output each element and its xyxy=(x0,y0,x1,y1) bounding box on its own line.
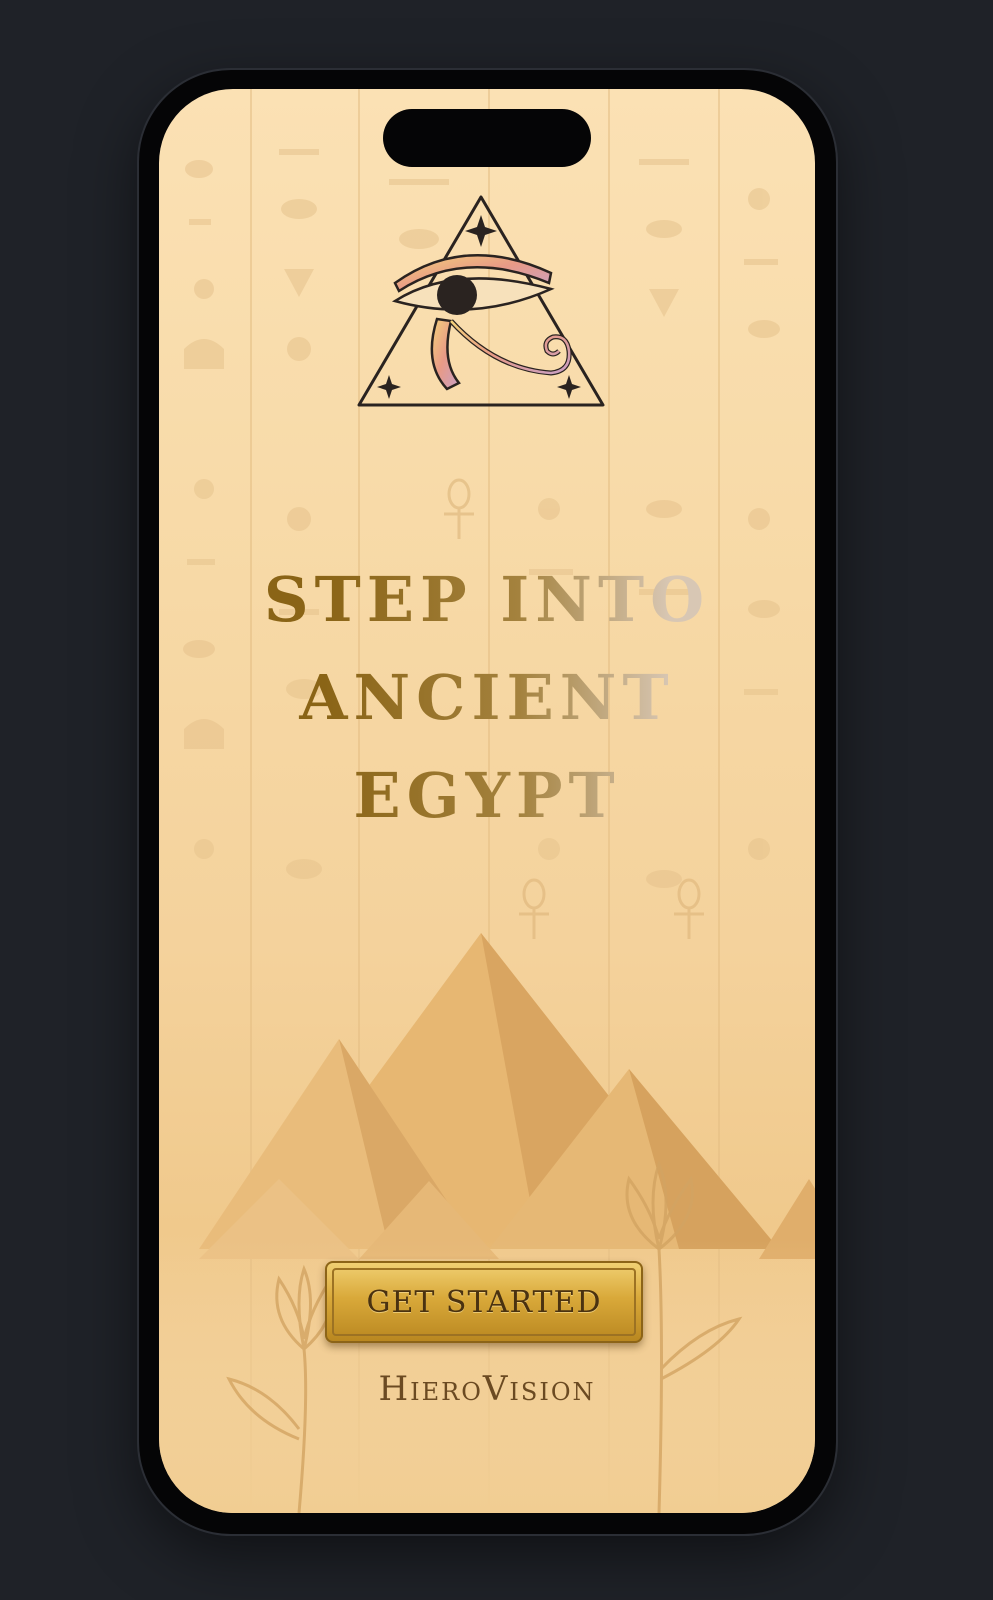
get-started-label: GET STARTED xyxy=(366,1284,602,1320)
get-started-button[interactable]: GET STARTED xyxy=(325,1261,643,1343)
pyramids-illustration xyxy=(159,933,815,1513)
app-screen: STEP INTO ANCIENT EGYPT GET STARTED Hier… xyxy=(159,89,815,1513)
get-started-button-frame: GET STARTED xyxy=(332,1268,636,1336)
headline-line-3: EGYPT xyxy=(353,759,621,832)
stage: STEP INTO ANCIENT EGYPT GET STARTED Hier… xyxy=(0,0,993,1600)
brand-name: HieroVision xyxy=(378,1369,596,1409)
dynamic-island xyxy=(383,109,591,167)
eye-of-horus-triangle-icon xyxy=(357,195,605,407)
headline-line-1: STEP INTO xyxy=(263,563,711,636)
headline-line-2: ANCIENT xyxy=(299,661,675,734)
headline: STEP INTO ANCIENT EGYPT xyxy=(159,551,815,845)
